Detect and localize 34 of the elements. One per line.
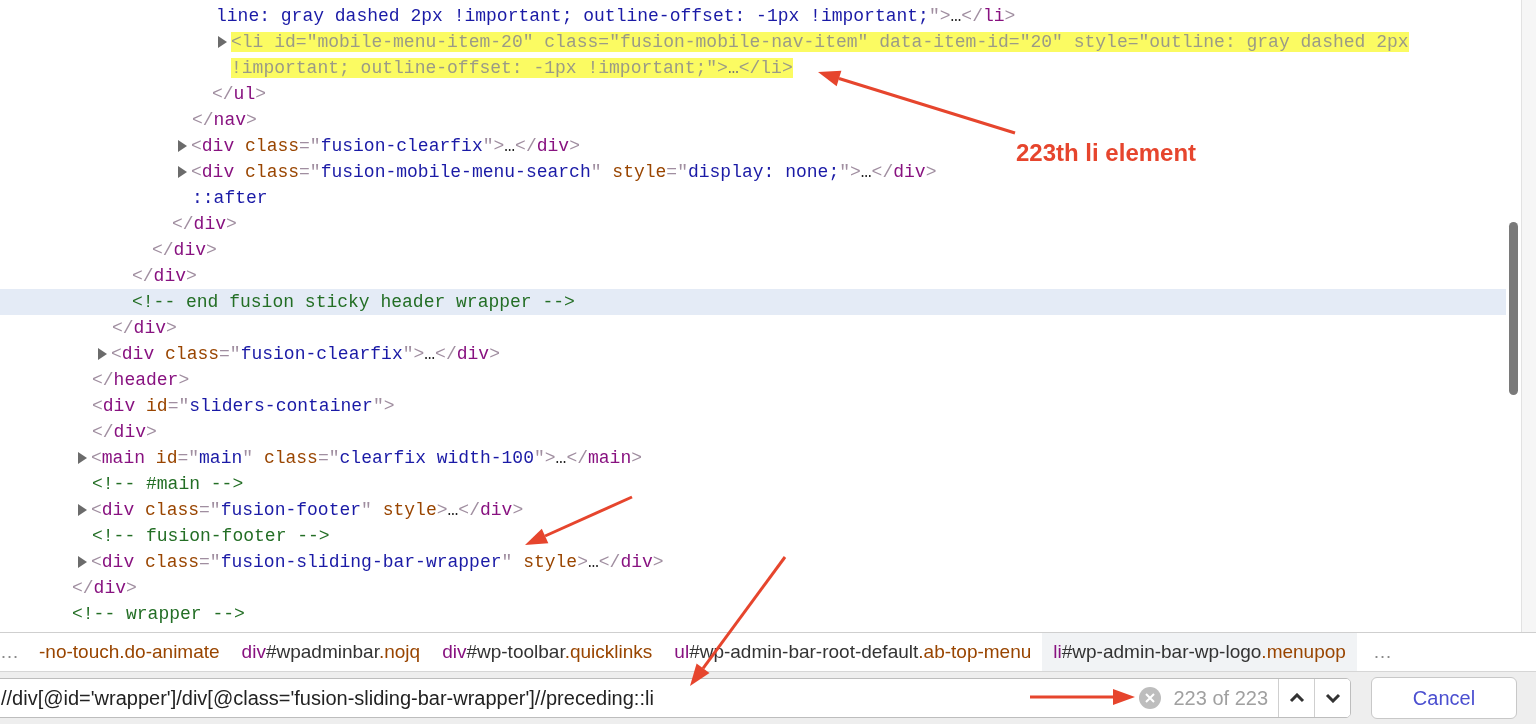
search-field[interactable]: //div[@id='wrapper']/div[@class='fusion-sliding-bar-wrapper']//preceding::li — [0, 686, 1134, 710]
closing-tag: </div> — [0, 315, 185, 341]
search-match-highlight: <li id="mobile-menu-item-20" class="fusion-mobile-nav-item" data-item-id="20" style="outline: gray dashed 2px !important; outline-offset: -1px !important;">…</li> — [231, 31, 1410, 80]
tree-row[interactable]: <div class="fusion-footer" style>…</div> — [0, 497, 532, 523]
closing-tag: </ul> — [0, 81, 275, 107]
breadcrumb-item[interactable]: li#wp-admin-bar-wp-logo.menupop — [1042, 633, 1357, 671]
tree-row[interactable]: <!-- end fusion sticky header wrapper --> — [0, 289, 1506, 315]
closing-tag: </header> — [0, 367, 198, 393]
tree-row[interactable]: <!-- #main --> — [0, 471, 252, 497]
tree-row[interactable]: <!-- wrapper --> — [0, 601, 253, 627]
closing-tag: </div> — [0, 237, 225, 263]
cancel-button[interactable]: Cancel — [1371, 677, 1517, 719]
chevron-up-icon — [1288, 693, 1305, 703]
next-match-button[interactable] — [1314, 679, 1350, 717]
code-line: line: gray dashed 2px !important; outline-offset: -1px !important;">…</li> — [215, 5, 1017, 28]
tree-row[interactable]: <li id="mobile-menu-item-20" class="fusion-mobile-nav-item" data-item-id="20" style="outline: gray dashed 2px !important; outline-offset: -1px !important;">…</li> — [0, 29, 1489, 81]
closing-tag: </div> — [0, 419, 165, 445]
chevron-down-icon — [1324, 693, 1341, 703]
closing-tag: </nav> — [0, 107, 265, 133]
match-count: 223 of 223 — [1173, 686, 1269, 710]
tree-row[interactable]: <!-- fusion-footer --> — [0, 523, 338, 549]
tree-row[interactable]: ::after — [0, 185, 276, 211]
tree-row[interactable]: <div id="sliders-container"> — [0, 393, 403, 419]
closing-tag: </div> — [0, 211, 245, 237]
tree-row[interactable]: <div class="fusion-clearfix">…</div> — [0, 133, 588, 159]
tree-row[interactable]: <div class="fusion-clearfix">…</div> — [0, 341, 508, 367]
tree-row[interactable]: <div class="fusion-sliding-bar-wrapper" style>…</div> — [0, 549, 672, 575]
tree-row[interactable]: <main id="main" class="clearfix width-100">…</main> — [0, 445, 651, 471]
tree-row[interactable]: <div class="fusion-mobile-menu-search" style="display: none;">…</div> — [0, 159, 945, 185]
closing-tag: </div> — [0, 575, 145, 601]
search-bar[interactable]: //div[@id='wrapper']/div[@class='fusion-sliding-bar-wrapper']//preceding::li 223 of 223 — [0, 678, 1351, 718]
scrollbar-thumb[interactable] — [1509, 222, 1518, 395]
closing-tag: </div> — [0, 263, 205, 289]
annotation-label: 223th li element — [1016, 139, 1197, 167]
